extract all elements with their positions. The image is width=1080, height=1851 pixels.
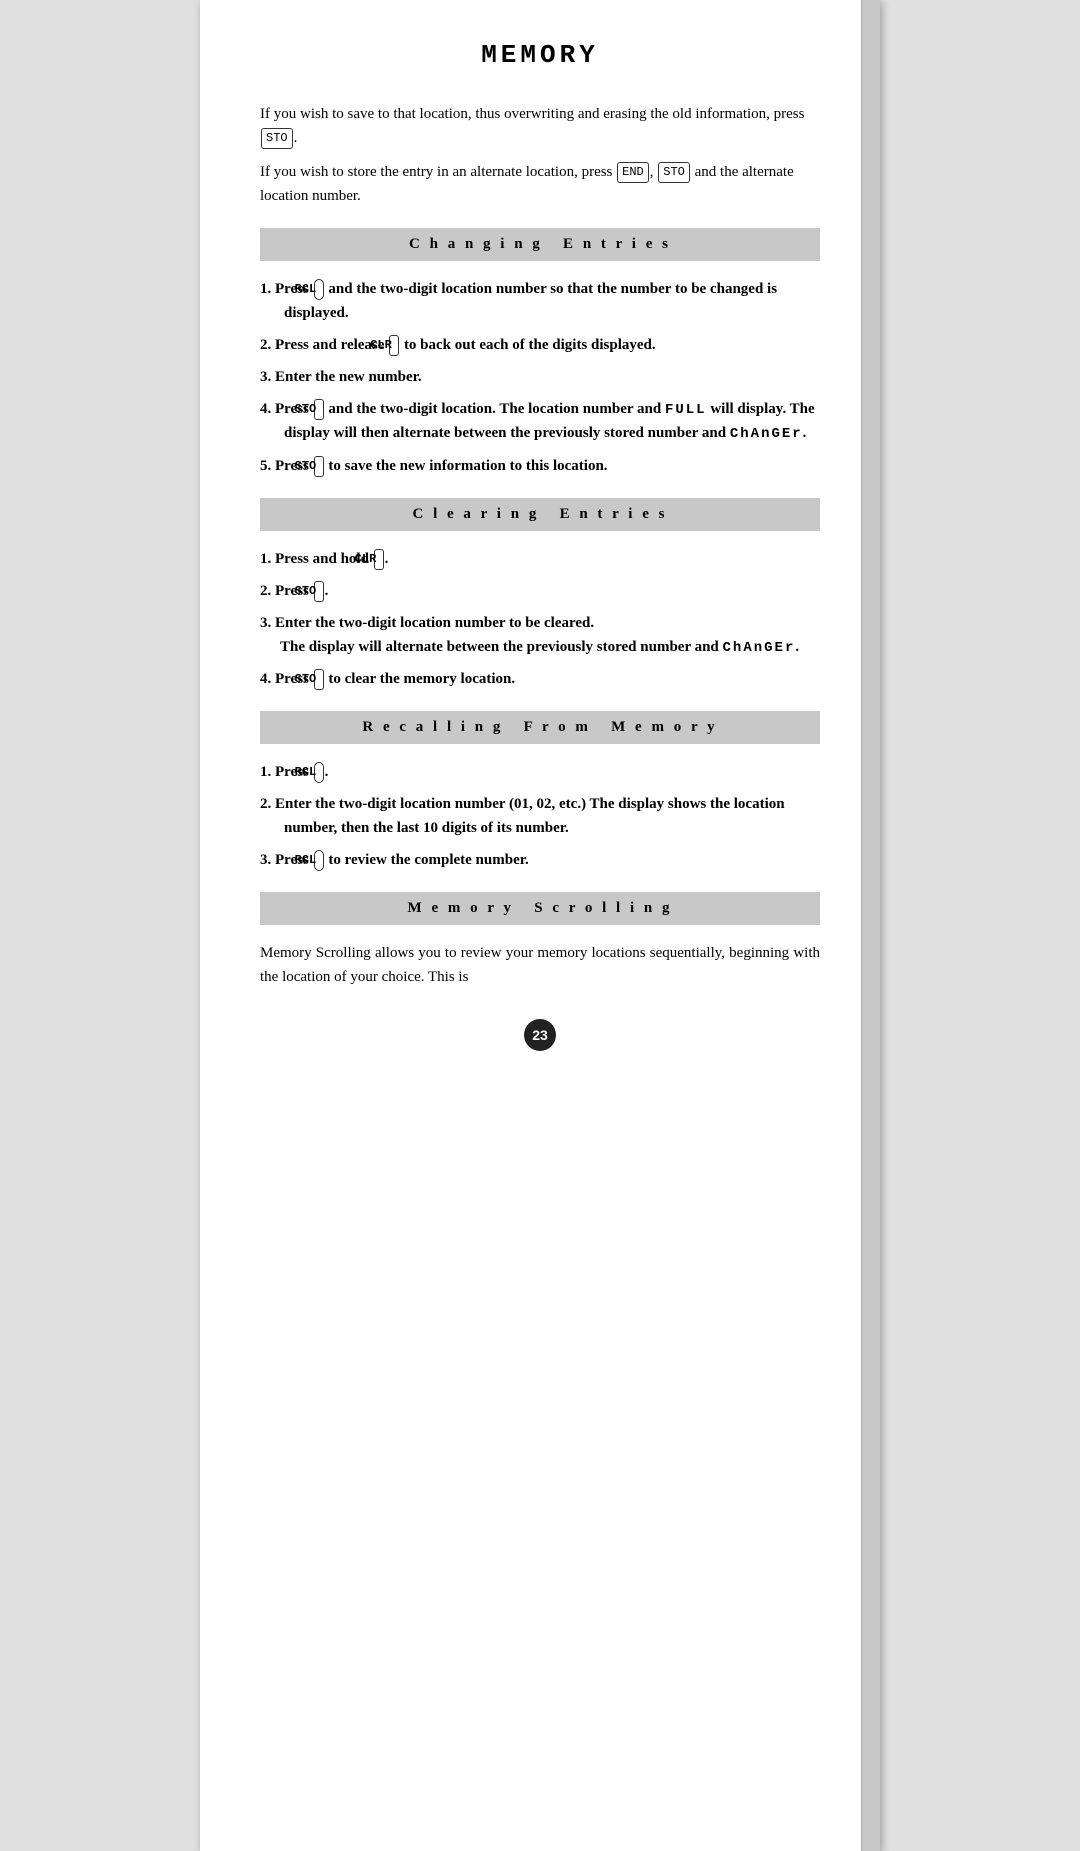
recalling-list: 1. Press RCL. 2. Enter the two-digit loc…: [260, 760, 820, 872]
list-item: 2. Press and release CLR to back out eac…: [260, 333, 820, 357]
section-header-clearing: C l e a r i n g E n t r i e s: [260, 498, 820, 531]
sto-key-2: STO: [658, 162, 690, 183]
section-header-recalling: R e c a l l i n g F r o m M e m o r y: [260, 711, 820, 744]
sto-key-5: STO: [314, 581, 324, 602]
section-header-scrolling: M e m o r y S c r o l l i n g: [260, 892, 820, 925]
end-key: END: [617, 162, 649, 183]
list-item: 4. Press STO to clear the memory locatio…: [260, 667, 820, 691]
list-item: 2. Enter the two-digit location number (…: [260, 792, 820, 840]
rcl-key-1: RCL: [314, 279, 324, 300]
clearing-entries-list: 1. Press and hold CLR. 2. Press STO. 3. …: [260, 547, 820, 691]
list-item: 3. Enter the new number.: [260, 365, 820, 389]
list-item: 5. Press STO to save the new information…: [260, 454, 820, 478]
list-item: 1. Press RCL and the two-digit location …: [260, 277, 820, 325]
clr-key-1: CLR: [389, 335, 399, 356]
section-header-changing: C h a n g i n g E n t r i e s: [260, 228, 820, 261]
sto-key-1: STO: [261, 128, 293, 149]
list-item: 3. Press RCL to review the complete numb…: [260, 848, 820, 872]
sto-key-6: STO: [314, 669, 324, 690]
list-item: 1. Press RCL.: [260, 760, 820, 784]
intro-paragraph-1: If you wish to save to that location, th…: [260, 102, 820, 150]
memory-scrolling-text: Memory Scrolling allows you to review yo…: [260, 941, 820, 989]
sto-key-3: STO: [314, 399, 324, 420]
list-item: 1. Press and hold CLR.: [260, 547, 820, 571]
clr-key-2: CLR: [374, 549, 384, 570]
clearing-sub-text: The display will alternate between the p…: [280, 635, 820, 659]
page-container: MEMORY If you wish to save to that locat…: [200, 0, 880, 1851]
list-item: 4. Press STO and the two-digit location.…: [260, 397, 820, 446]
rcl-key-2: RCL: [314, 762, 324, 783]
intro-paragraph-2: If you wish to store the entry in an alt…: [260, 160, 820, 208]
rcl-key-3: RCL: [314, 850, 324, 871]
page-title: MEMORY: [260, 40, 820, 78]
changing-entries-list: 1. Press RCL and the two-digit location …: [260, 277, 820, 478]
list-item: 3. Enter the two-digit location number t…: [260, 611, 820, 659]
page-number: 23: [524, 1019, 556, 1051]
sto-key-4: STO: [314, 456, 324, 477]
list-item: 2. Press STO.: [260, 579, 820, 603]
